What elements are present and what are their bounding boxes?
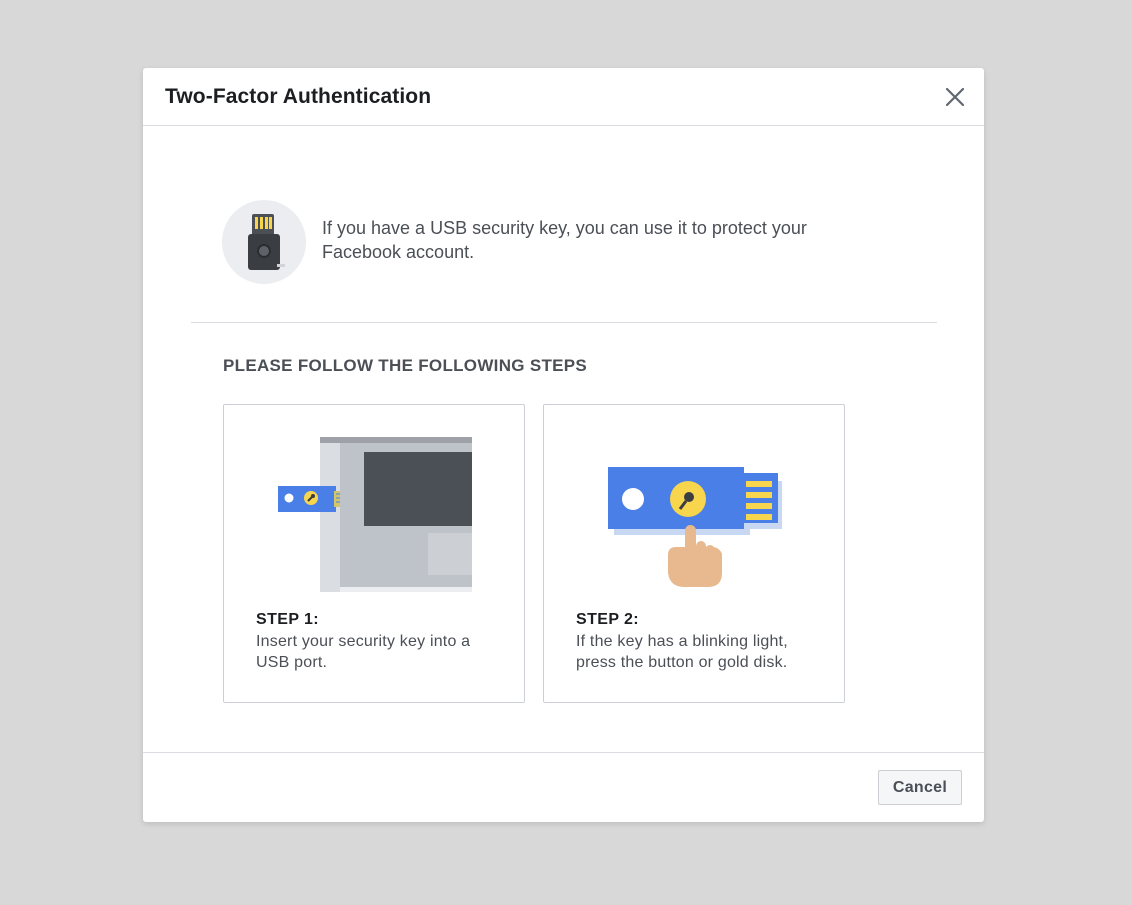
section-divider bbox=[191, 322, 937, 323]
intro-section: If you have a USB security key, you can … bbox=[222, 200, 902, 286]
finger-press-key-illustration bbox=[608, 467, 782, 587]
two-factor-dialog: Two-Factor Authentication If you have a … bbox=[143, 68, 984, 822]
step-2-title: STEP 2: bbox=[576, 611, 639, 628]
cancel-button[interactable]: Cancel bbox=[878, 770, 962, 805]
usb-key-icon bbox=[222, 200, 306, 284]
dialog-footer: Cancel bbox=[143, 752, 984, 822]
step-1-description: Insert your security key into a USB port… bbox=[256, 633, 471, 671]
steps-heading: PLEASE FOLLOW THE FOLLOWING STEPS bbox=[223, 356, 588, 375]
step-2-description: If the key has a blinking light, press t… bbox=[576, 633, 788, 671]
close-button[interactable] bbox=[941, 83, 969, 111]
laptop-usb-insert-illustration bbox=[278, 437, 472, 592]
step-card-2: STEP 2: If the key has a blinking light,… bbox=[543, 404, 845, 703]
dialog-title: Two-Factor Authentication bbox=[165, 85, 432, 108]
close-icon bbox=[945, 87, 965, 107]
intro-text: If you have a USB security key, you can … bbox=[322, 218, 807, 262]
step-card-1: STEP 1: Insert your security key into a … bbox=[223, 404, 525, 703]
step-1-title: STEP 1: bbox=[256, 611, 319, 628]
dialog-header: Two-Factor Authentication bbox=[143, 68, 984, 126]
